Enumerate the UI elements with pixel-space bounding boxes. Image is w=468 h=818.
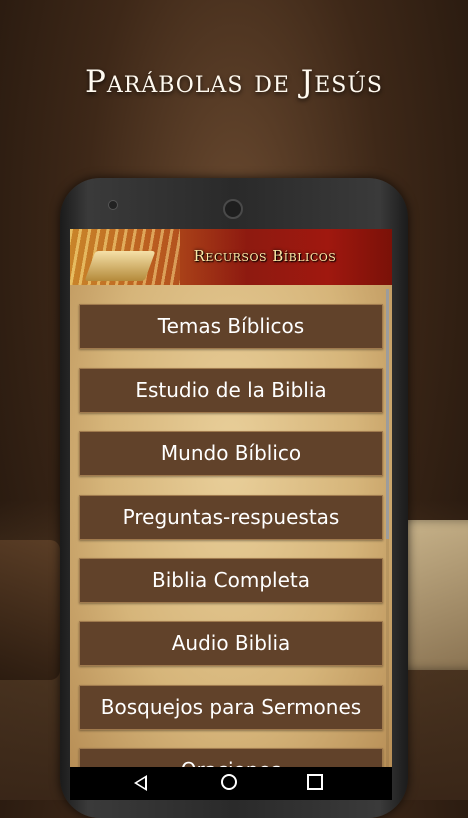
promo-headline: Parábolas de Jesús — [85, 64, 383, 100]
menu-button-audio-biblia[interactable]: Audio Biblia — [79, 621, 383, 666]
banner-title: Recursos Bíblicos — [193, 247, 337, 265]
background-closed-book — [0, 540, 60, 680]
menu-button-biblia-completa[interactable]: Biblia Completa — [79, 558, 383, 603]
scrollbar[interactable] — [386, 289, 389, 800]
menu-button-temas-biblicos[interactable]: Temas Bíblicos — [79, 304, 383, 349]
front-camera-icon — [108, 200, 118, 210]
app-screen: Recursos Bíblicos Temas Bíblicos Estudio… — [70, 229, 392, 800]
menu-button-preguntas-respuestas[interactable]: Preguntas-respuestas — [79, 495, 383, 540]
home-icon[interactable] — [221, 774, 237, 790]
menu-button-bosquejos-sermones[interactable]: Bosquejos para Sermones — [79, 685, 383, 730]
back-icon[interactable] — [134, 775, 147, 791]
menu-button-estudio-biblia[interactable]: Estudio de la Biblia — [79, 368, 383, 413]
system-navigation-bar — [70, 767, 392, 800]
menu-button-mundo-biblico[interactable]: Mundo Bíblico — [79, 431, 383, 476]
earpiece-speaker-icon — [223, 199, 243, 219]
recent-apps-icon[interactable] — [307, 774, 323, 790]
scrollbar-thumb[interactable] — [386, 289, 389, 539]
header-banner: Recursos Bíblicos — [70, 229, 392, 285]
